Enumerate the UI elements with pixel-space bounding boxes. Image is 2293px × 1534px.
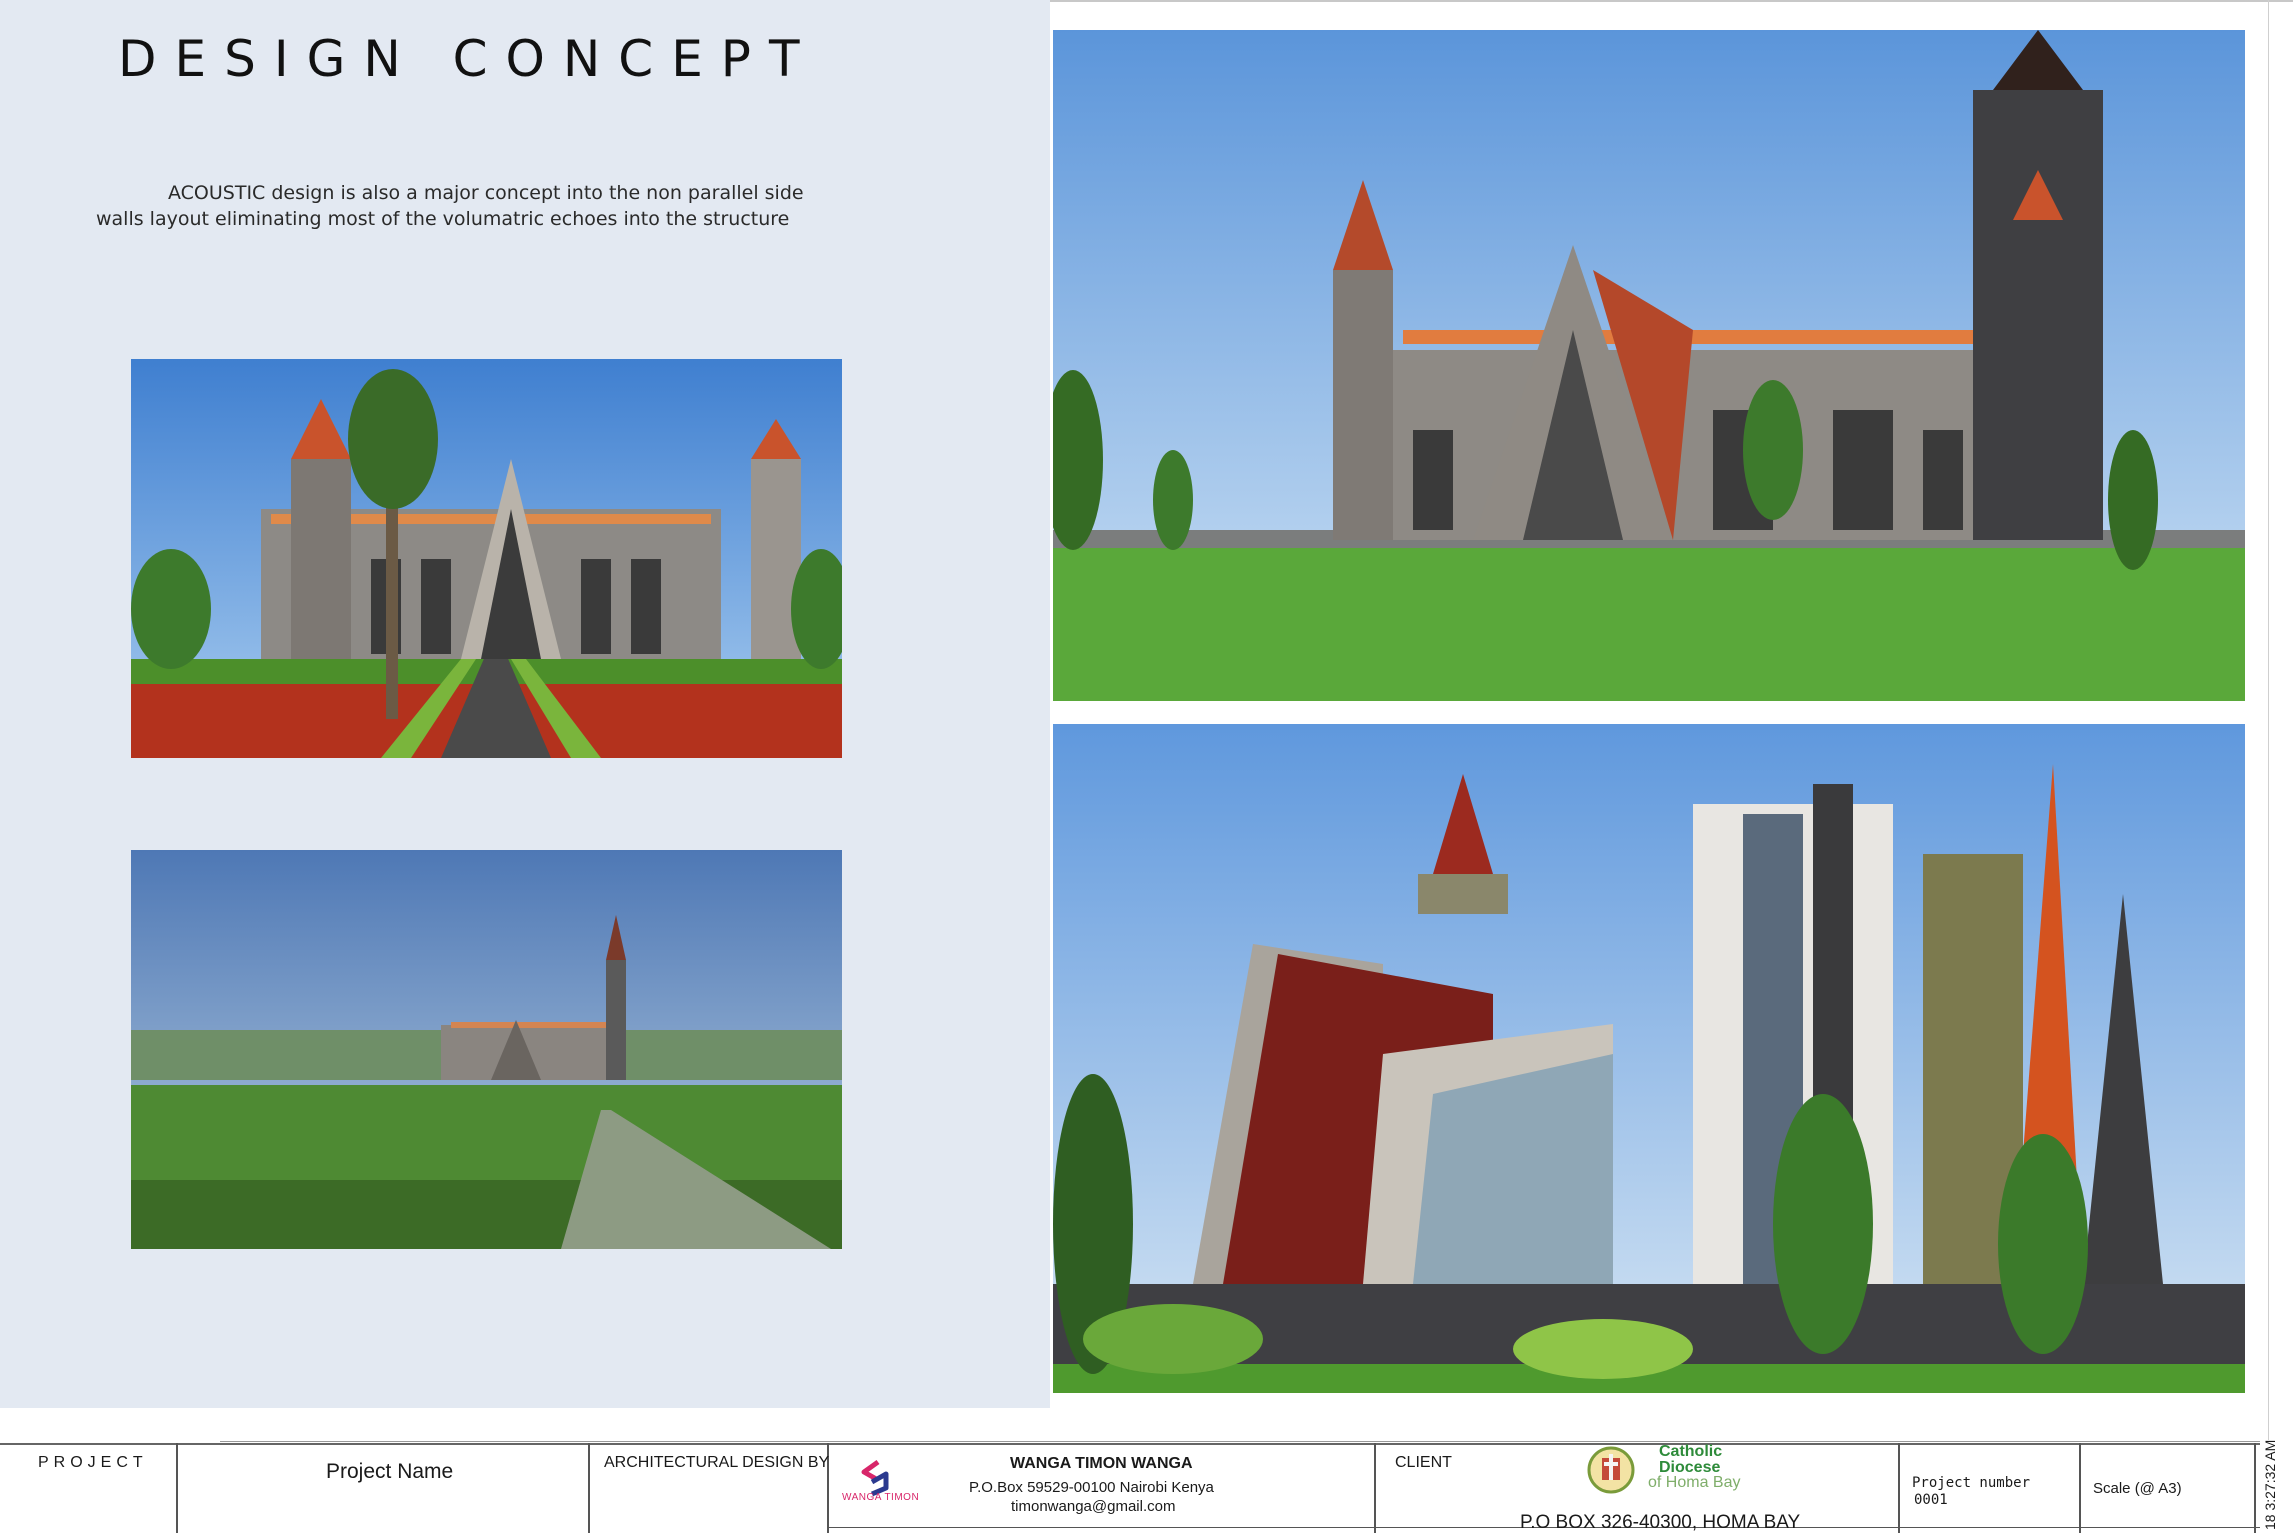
side-perspective-render — [1053, 30, 2245, 701]
client-address: P.O BOX 326-40300, HOMA BAY — [1520, 1512, 1801, 1533]
designer-postal-address: P.O.Box 59529-00100 Nairobi Kenya — [969, 1479, 1214, 1496]
title-block-divider — [176, 1443, 178, 1533]
client-label: CLIENT — [1395, 1454, 1452, 1471]
front-elevation-render — [131, 359, 842, 758]
description-line-2: walls layout eliminating most of the vol… — [96, 208, 790, 230]
title-block-divider — [2079, 1443, 2081, 1533]
project-label: PROJECT — [38, 1454, 148, 1471]
project-number-label: Project number — [1912, 1475, 2031, 1491]
print-timestamp: 18 3:27:32 AM — [2262, 1439, 2278, 1530]
project-number: 0001 — [1914, 1492, 1948, 1508]
sheet-title: DESIGN CONCEPT — [118, 30, 818, 88]
title-block-divider — [1374, 1443, 1376, 1533]
designer-name: WANGA TIMON WANGA — [1010, 1455, 1193, 1472]
title-block-divider — [2254, 1443, 2256, 1533]
sheet-right-border — [2268, 0, 2269, 1440]
title-block-upper-rule — [220, 1441, 2260, 1442]
designer-logo-text: WANGA TIMON — [842, 1492, 920, 1503]
project-name: Project Name — [326, 1460, 454, 1483]
architectural-design-label: ARCHITECTURAL DESIGN BY — [604, 1454, 830, 1471]
title-block-top-border — [0, 1443, 2260, 1445]
tower-perspective-render — [1053, 724, 2245, 1393]
distant-site-render — [131, 850, 842, 1249]
designer-email: timonwanga@gmail.com — [1011, 1498, 1176, 1515]
title-block-divider — [1898, 1443, 1900, 1533]
client-logo-line-3: of Homa Bay — [1648, 1474, 1741, 1491]
scale-label: Scale (@ A3) — [2093, 1480, 2182, 1497]
title-block-divider — [588, 1443, 590, 1533]
description-line-1: ACOUSTIC design is also a major concept … — [168, 182, 804, 204]
concept-description: ACOUSTIC design is also a major concept … — [96, 180, 816, 232]
